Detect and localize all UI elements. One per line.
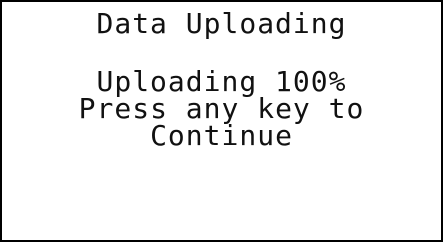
screen-title: Data Uploading [96, 7, 347, 40]
prompt-line-2: Continue [150, 119, 293, 152]
lcd-screen: Data Uploading Uploading 100% Press any … [0, 0, 443, 242]
